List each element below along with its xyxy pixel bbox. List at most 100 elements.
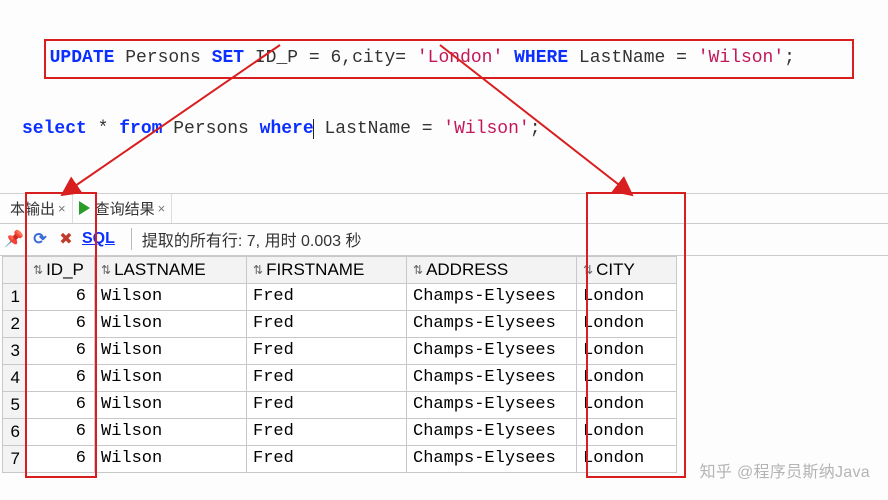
kw-update: UPDATE bbox=[50, 48, 115, 68]
header-row: ⇅ID_P ⇅LASTNAME ⇅FIRSTNAME ⇅ADDRESS ⇅CIT… bbox=[3, 256, 677, 283]
cell-idp[interactable]: 6 bbox=[27, 337, 95, 364]
sql-button[interactable]: SQL bbox=[82, 230, 115, 248]
cell-idp[interactable]: 6 bbox=[27, 283, 95, 310]
sort-icon: ⇅ bbox=[583, 263, 593, 277]
cell-address[interactable]: Champs-Elysees bbox=[407, 445, 577, 472]
col-label: FIRSTNAME bbox=[266, 260, 364, 279]
table-row[interactable]: 4 6 Wilson Fred Champs-Elysees London bbox=[3, 364, 677, 391]
close-icon[interactable]: × bbox=[58, 201, 66, 216]
cell-idp[interactable]: 6 bbox=[27, 364, 95, 391]
table-row[interactable]: 5 6 Wilson Fred Champs-Elysees London bbox=[3, 391, 677, 418]
row-number: 4 bbox=[3, 364, 27, 391]
sql-string: 'London' bbox=[417, 48, 503, 68]
status-text: 提取的所有行: 7, 用时 0.003 秒 bbox=[142, 227, 362, 251]
cell-lastname[interactable]: Wilson bbox=[95, 310, 247, 337]
row-number: 6 bbox=[3, 418, 27, 445]
col-header-address[interactable]: ⇅ADDRESS bbox=[407, 256, 577, 283]
cell-lastname[interactable]: Wilson bbox=[95, 337, 247, 364]
table-row[interactable]: 7 6 Wilson Fred Champs-Elysees London bbox=[3, 445, 677, 472]
sort-icon: ⇅ bbox=[101, 263, 111, 277]
results-grid[interactable]: ⇅ID_P ⇅LASTNAME ⇅FIRSTNAME ⇅ADDRESS ⇅CIT… bbox=[2, 256, 677, 473]
tab-script-output[interactable]: 本输出 × bbox=[4, 194, 73, 223]
row-number: 2 bbox=[3, 310, 27, 337]
cell-city[interactable]: London bbox=[577, 418, 677, 445]
tab-label: 本输出 bbox=[10, 198, 55, 219]
sql-line1-highlight: UPDATE Persons SET ID_P = 6,city= 'Londo… bbox=[44, 39, 854, 80]
sql-text: * bbox=[87, 119, 119, 139]
cell-city[interactable]: London bbox=[577, 283, 677, 310]
cell-idp[interactable]: 6 bbox=[27, 310, 95, 337]
cell-city[interactable]: London bbox=[577, 391, 677, 418]
sql-line2: select * from Persons where LastName = '… bbox=[22, 114, 876, 145]
sql-editor[interactable]: UPDATE Persons SET ID_P = 6,city= 'Londo… bbox=[0, 0, 888, 183]
cell-lastname[interactable]: Wilson bbox=[95, 364, 247, 391]
kw-from: from bbox=[119, 119, 162, 139]
toolbar-divider bbox=[131, 228, 132, 250]
sql-text bbox=[503, 48, 514, 68]
tab-query-results[interactable]: 查询结果 × bbox=[73, 194, 173, 223]
col-header-city[interactable]: ⇅CITY bbox=[577, 256, 677, 283]
cell-city[interactable]: London bbox=[577, 445, 677, 472]
refresh-icon[interactable]: ⟳ bbox=[30, 229, 50, 249]
sql-text: ; bbox=[530, 119, 541, 139]
cell-address[interactable]: Champs-Elysees bbox=[407, 283, 577, 310]
row-number: 3 bbox=[3, 337, 27, 364]
cell-idp[interactable]: 6 bbox=[27, 445, 95, 472]
delete-icon[interactable]: ✖ bbox=[56, 229, 76, 249]
watermark: 知乎 @程序员斯纳Java bbox=[700, 458, 870, 482]
cell-city[interactable]: London bbox=[577, 337, 677, 364]
cell-address[interactable]: Champs-Elysees bbox=[407, 418, 577, 445]
cell-address[interactable]: Champs-Elysees bbox=[407, 364, 577, 391]
cell-address[interactable]: Champs-Elysees bbox=[407, 337, 577, 364]
kw-where: WHERE bbox=[514, 48, 568, 68]
col-label: LASTNAME bbox=[114, 260, 206, 279]
row-number: 1 bbox=[3, 283, 27, 310]
cell-idp[interactable]: 6 bbox=[27, 391, 95, 418]
cell-lastname[interactable]: Wilson bbox=[95, 283, 247, 310]
close-icon[interactable]: × bbox=[158, 201, 166, 216]
pin-icon[interactable]: 📌 bbox=[4, 229, 24, 249]
sql-text: LastName = bbox=[314, 119, 444, 139]
sql-string: 'Wilson' bbox=[698, 48, 784, 68]
sql-text: Persons bbox=[162, 119, 259, 139]
col-label: CITY bbox=[596, 260, 635, 279]
cell-address[interactable]: Champs-Elysees bbox=[407, 391, 577, 418]
col-header-lastname[interactable]: ⇅LASTNAME bbox=[95, 256, 247, 283]
cell-city[interactable]: London bbox=[577, 364, 677, 391]
col-label: ADDRESS bbox=[426, 260, 508, 279]
table-row[interactable]: 1 6 Wilson Fred Champs-Elysees London bbox=[3, 283, 677, 310]
sql-text: LastName = bbox=[568, 48, 698, 68]
cell-lastname[interactable]: Wilson bbox=[95, 418, 247, 445]
col-label: ID_P bbox=[46, 260, 84, 279]
sql-text: Persons bbox=[114, 48, 211, 68]
sql-text: ; bbox=[784, 48, 795, 68]
table-row[interactable]: 6 6 Wilson Fred Champs-Elysees London bbox=[3, 418, 677, 445]
sort-icon: ⇅ bbox=[413, 263, 423, 277]
cell-lastname[interactable]: Wilson bbox=[95, 391, 247, 418]
cell-firstname[interactable]: Fred bbox=[247, 418, 407, 445]
cell-lastname[interactable]: Wilson bbox=[95, 445, 247, 472]
cell-idp[interactable]: 6 bbox=[27, 418, 95, 445]
kw-where: where bbox=[260, 119, 314, 139]
cell-address[interactable]: Champs-Elysees bbox=[407, 310, 577, 337]
cell-firstname[interactable]: Fred bbox=[247, 364, 407, 391]
cell-firstname[interactable]: Fred bbox=[247, 445, 407, 472]
table-row[interactable]: 2 6 Wilson Fred Champs-Elysees London bbox=[3, 310, 677, 337]
cell-firstname[interactable]: Fred bbox=[247, 283, 407, 310]
col-header-firstname[interactable]: ⇅FIRSTNAME bbox=[247, 256, 407, 283]
cell-firstname[interactable]: Fred bbox=[247, 310, 407, 337]
cell-city[interactable]: London bbox=[577, 310, 677, 337]
sql-text: ID_P = 6,city= bbox=[244, 48, 417, 68]
sort-icon: ⇅ bbox=[253, 263, 263, 277]
sql-string: 'Wilson' bbox=[443, 119, 529, 139]
col-header-idp[interactable]: ⇅ID_P bbox=[27, 256, 95, 283]
table-row[interactable]: 3 6 Wilson Fred Champs-Elysees London bbox=[3, 337, 677, 364]
kw-set: SET bbox=[212, 48, 244, 68]
row-number: 7 bbox=[3, 445, 27, 472]
result-tabs: 本输出 × 查询结果 × bbox=[0, 194, 888, 224]
sort-icon: ⇅ bbox=[33, 263, 43, 277]
cell-firstname[interactable]: Fred bbox=[247, 337, 407, 364]
kw-select: select bbox=[22, 119, 87, 139]
cell-firstname[interactable]: Fred bbox=[247, 391, 407, 418]
play-icon bbox=[79, 201, 90, 215]
